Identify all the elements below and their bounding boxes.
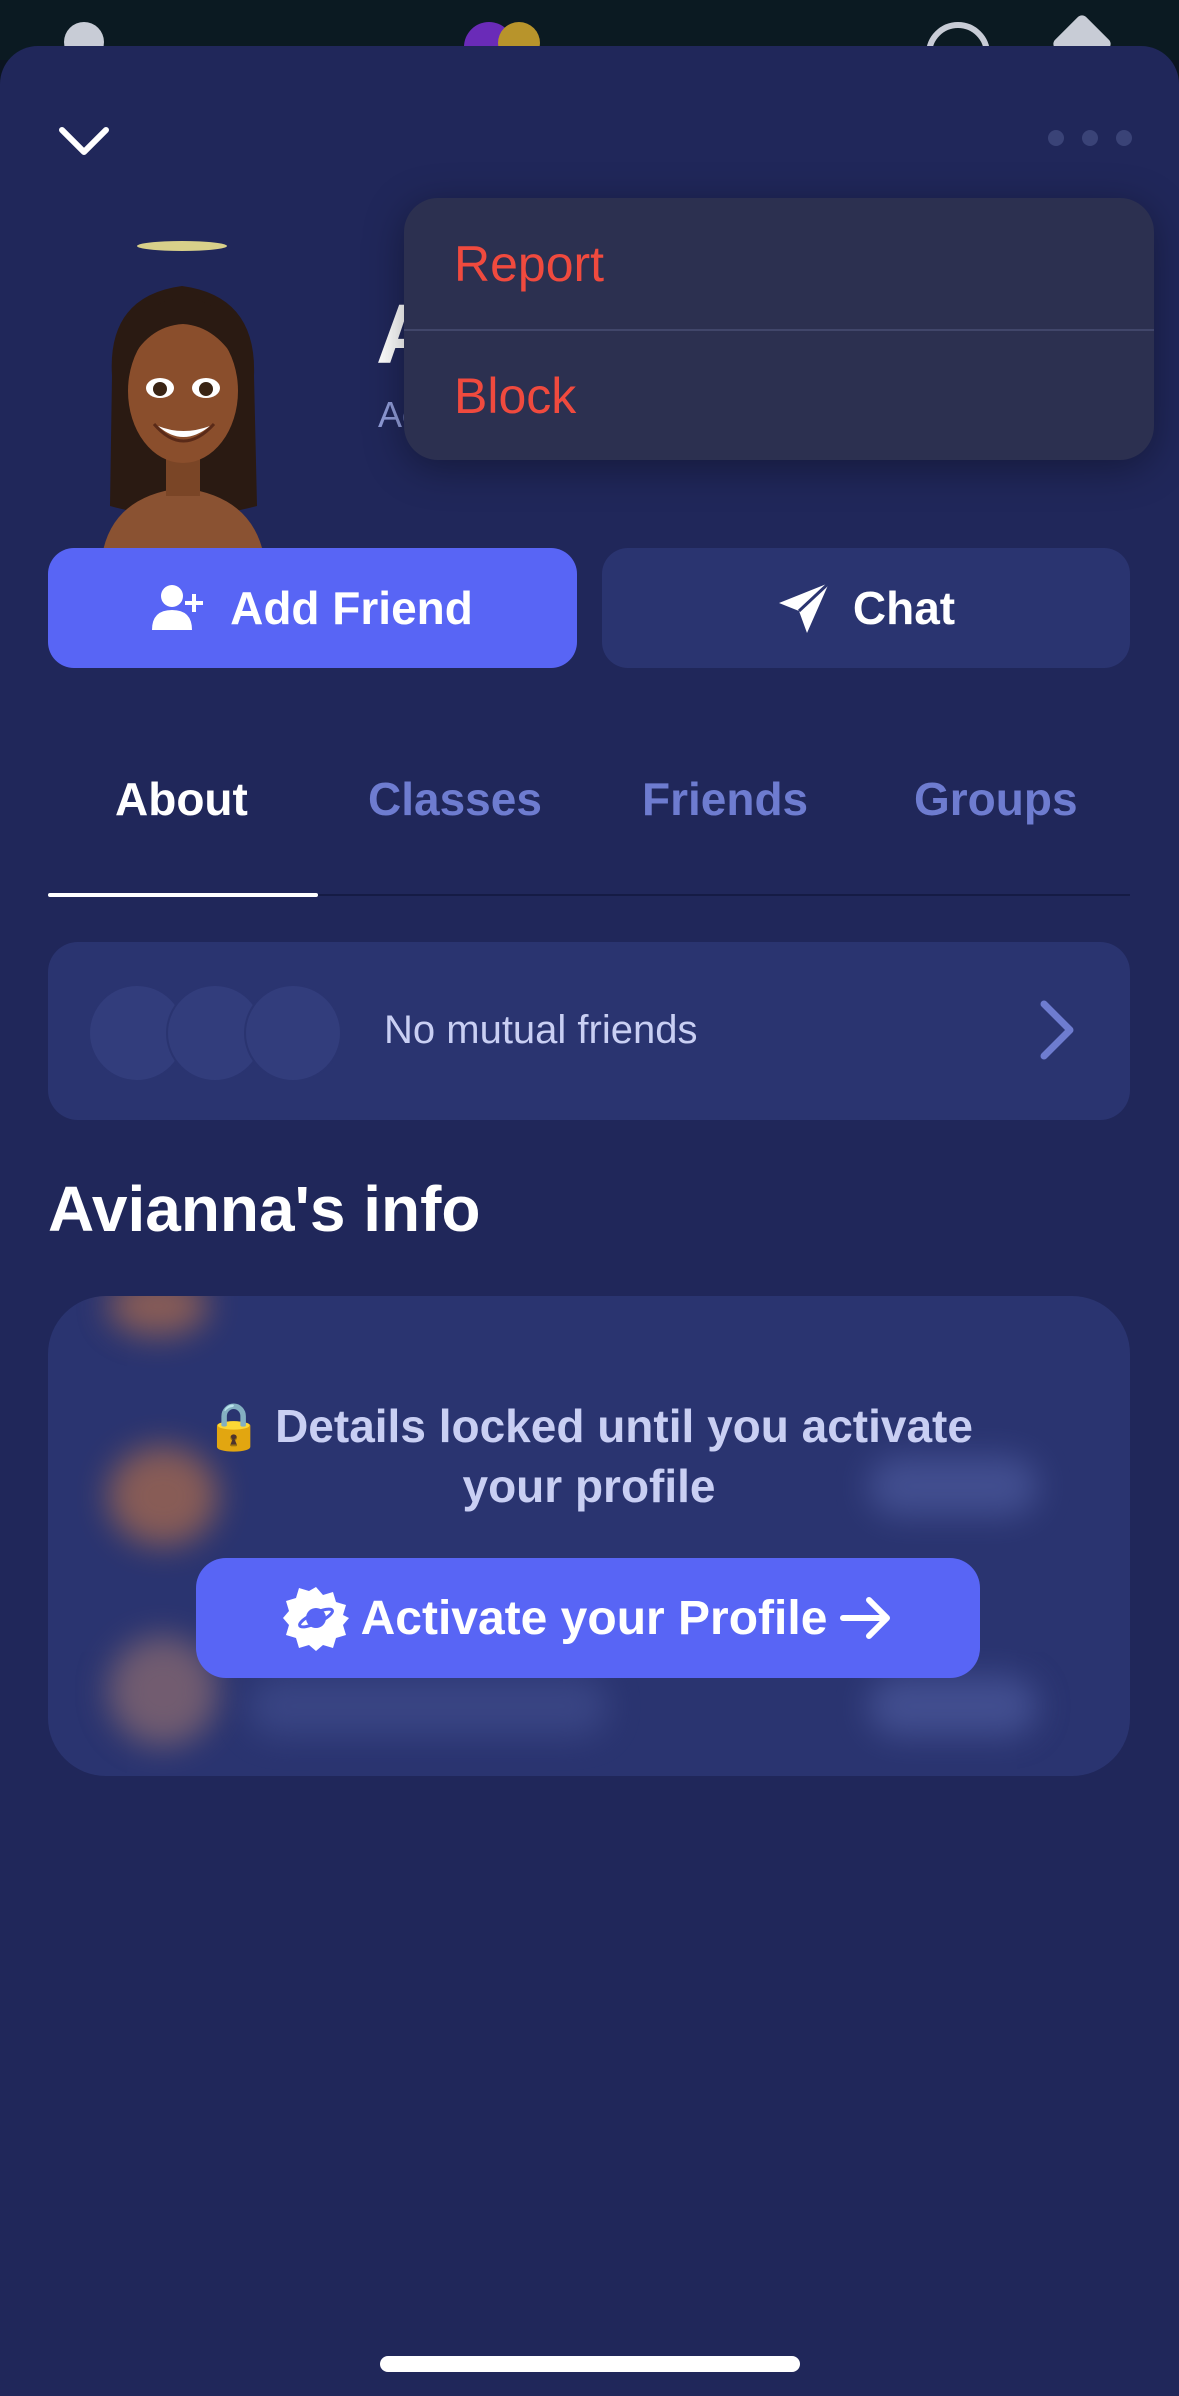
activate-profile-label: Activate your Profile: [360, 1591, 828, 1645]
more-dots-icon: [1082, 130, 1098, 146]
avatar: [102, 241, 264, 556]
chat-button[interactable]: Chat: [602, 548, 1130, 668]
arrow-right-icon: [840, 1597, 891, 1639]
blurred-content: [868, 1676, 1038, 1736]
profile-sheet: A Ac Report Block Add Friend Chat About …: [0, 46, 1179, 2396]
locked-message-line: your profile: [462, 1460, 716, 1512]
active-tab-indicator: [48, 893, 318, 897]
add-friend-button[interactable]: Add Friend: [48, 548, 577, 668]
profile-tabs: About Classes Friends Groups: [48, 736, 1130, 897]
verified-badge-icon: [282, 1587, 349, 1651]
blurred-content: [248, 1676, 608, 1736]
chevron-right-icon: [1040, 1000, 1074, 1060]
home-indicator[interactable]: [380, 2356, 800, 2372]
chat-label: Chat: [852, 582, 956, 634]
mutual-friends-label: No mutual friends: [384, 1008, 698, 1052]
report-menu-item[interactable]: Report: [404, 198, 1154, 329]
more-dots-icon: [1048, 130, 1064, 146]
add-friend-label: Add Friend: [230, 582, 473, 634]
locked-message-line: 🔒 Details locked until you activate: [205, 1400, 973, 1452]
add-user-icon: [152, 585, 204, 630]
tab-groups[interactable]: Groups: [914, 772, 1078, 826]
mutual-friends-row[interactable]: No mutual friends: [48, 942, 1130, 1120]
tab-about[interactable]: About: [115, 772, 248, 826]
paper-plane-icon: [778, 581, 830, 633]
block-menu-item[interactable]: Block: [404, 329, 1154, 460]
tab-friends[interactable]: Friends: [642, 772, 808, 826]
more-options-button[interactable]: [1040, 118, 1140, 158]
info-section-title: Avianna's info: [48, 1173, 481, 1245]
blurred-content: [108, 1296, 208, 1336]
locked-message: 🔒 Details locked until you activate your…: [158, 1396, 1020, 1516]
activate-profile-button[interactable]: Activate your Profile: [196, 1558, 980, 1678]
locked-info-card: 🔒 Details locked until you activate your…: [48, 1296, 1130, 1776]
chevron-down-icon: [59, 127, 109, 155]
close-sheet-button[interactable]: [52, 110, 116, 174]
tab-classes[interactable]: Classes: [368, 772, 542, 826]
more-dots-icon: [1116, 130, 1132, 146]
options-menu: Report Block: [404, 198, 1154, 460]
mutual-avatar-placeholder: [244, 984, 342, 1082]
